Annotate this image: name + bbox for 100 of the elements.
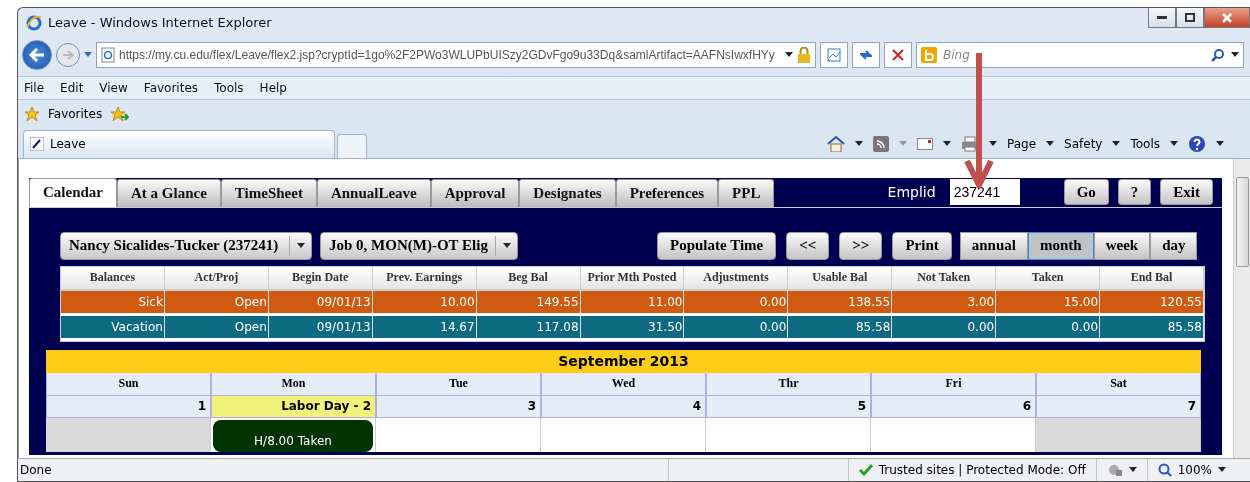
view-button[interactable]: week	[1093, 231, 1151, 260]
caret-icon	[296, 243, 305, 249]
column-header: Prev. Earnings	[372, 266, 477, 291]
new-tab-button[interactable]	[337, 133, 367, 158]
table-cell: 85.58	[1100, 315, 1204, 338]
header-button[interactable]: Go	[1063, 179, 1109, 206]
minimize-button[interactable]	[1148, 8, 1176, 28]
app-tab[interactable]: Preferences	[615, 178, 719, 207]
lock-icon	[797, 46, 811, 63]
caret-icon	[989, 141, 997, 147]
stop-icon	[892, 48, 904, 61]
action-button[interactable]: >>	[839, 231, 883, 260]
command-menu[interactable]: Tools	[1130, 136, 1160, 151]
app-tab[interactable]: TimeSheet	[220, 178, 317, 207]
action-button[interactable]: Populate Time	[657, 231, 777, 260]
job-select[interactable]: Job 0, MON(M)-OT Elig	[320, 231, 518, 260]
zoom-icon	[1157, 462, 1172, 477]
day-cell[interactable]	[1036, 417, 1201, 452]
search-field[interactable]: Bing	[916, 41, 1244, 68]
browser-tab[interactable]: Leave	[23, 129, 335, 158]
caret-icon	[855, 141, 863, 147]
compatibility-button[interactable]	[820, 41, 848, 68]
address-field[interactable]: https://my.cu.edu/flex/Leave/flex2.jsp?cryptId=1go%2F2PWo3WLUPbUISzy2GDvFgo9u33Dq&samlArtifact=AAFNsIwxfHYy	[96, 41, 816, 68]
header-button[interactable]: Exit	[1160, 179, 1213, 206]
date-cell: 7	[1036, 395, 1201, 418]
app-tab[interactable]: Approval	[430, 178, 520, 207]
caret-icon	[1112, 141, 1121, 147]
date-cell: 4	[541, 395, 706, 418]
home-icon[interactable]	[827, 135, 845, 152]
forward-button[interactable]	[56, 42, 80, 67]
search-icon[interactable]	[1211, 47, 1225, 62]
caret-icon	[785, 52, 793, 58]
command-menu[interactable]: Page	[1007, 136, 1037, 151]
emplid-field[interactable]: 237241	[949, 179, 1020, 206]
status-text: Done	[20, 462, 52, 477]
view-button[interactable]: annual	[959, 231, 1028, 260]
table-cell: 0.00	[684, 290, 789, 313]
column-header: Balances	[61, 266, 165, 291]
zoom-control[interactable]: 100%	[1146, 458, 1250, 481]
column-header: Adjustments	[684, 266, 789, 291]
view-button[interactable]: day	[1150, 231, 1198, 260]
command-menu[interactable]: Safety	[1064, 136, 1103, 151]
view-button[interactable]: month	[1027, 231, 1094, 260]
menu-item[interactable]: File	[24, 81, 45, 96]
employee-select[interactable]: Nancy Sicalides-Tucker (237241)	[60, 231, 312, 260]
maximize-button[interactable]	[1176, 8, 1204, 28]
caret-icon	[84, 52, 92, 58]
check-icon	[858, 463, 873, 476]
table-cell: 117.08	[476, 315, 581, 338]
close-icon	[1222, 12, 1232, 23]
close-button[interactable]	[1204, 8, 1250, 28]
scrollbar[interactable]	[1233, 158, 1250, 458]
refresh-button[interactable]	[852, 41, 880, 68]
app-tab[interactable]: At a Glance	[117, 178, 221, 207]
app-tab[interactable]: Designates	[519, 178, 616, 207]
column-header: Act/Proj	[164, 266, 269, 291]
mail-icon[interactable]	[917, 137, 933, 150]
action-button[interactable]: <<	[786, 231, 830, 260]
holiday-date: Labor Day - 2	[211, 395, 376, 418]
feed-icon[interactable]	[873, 135, 889, 152]
header-button[interactable]: ?	[1117, 179, 1152, 206]
table-cell: 3.00	[892, 290, 997, 313]
menu-item[interactable]: Tools	[214, 81, 244, 96]
column-header: Taken	[996, 266, 1101, 291]
date-cell: 1	[46, 395, 211, 418]
column-header: Not Taken	[892, 266, 997, 291]
weekday-header: Sat	[1036, 372, 1201, 396]
app-tab[interactable]: PPL	[718, 178, 775, 207]
caret-icon	[1128, 467, 1137, 473]
date-cell: 6	[871, 395, 1036, 418]
star-icon[interactable]	[24, 105, 40, 122]
add-favorite-icon[interactable]	[110, 105, 131, 122]
column-header: Begin Date	[268, 266, 373, 291]
minimize-icon	[1157, 15, 1167, 20]
menu-item[interactable]: Favorites	[143, 81, 199, 96]
menu-item[interactable]: Help	[259, 81, 287, 96]
action-button[interactable]: Print	[892, 231, 952, 260]
help-icon[interactable]	[1188, 134, 1206, 153]
weekday-header: Fri	[871, 372, 1036, 396]
menu-item[interactable]: Edit	[60, 81, 84, 96]
weekday-header: Mon	[211, 372, 376, 396]
printer-icon[interactable]	[961, 135, 979, 152]
app-tab[interactable]: AnnualLeave	[316, 178, 431, 207]
caret-icon	[899, 141, 907, 147]
refresh-icon	[859, 47, 873, 62]
back-button[interactable]	[22, 39, 52, 70]
table-cell: 31.50	[580, 315, 685, 338]
security-zone: Trusted sites | Protected Mode: Off	[847, 458, 1096, 481]
favorites-button[interactable]: Favorites	[48, 106, 103, 121]
stop-button[interactable]	[884, 41, 912, 68]
menu-item[interactable]: View	[99, 81, 128, 96]
security-icon[interactable]	[1106, 462, 1123, 477]
window-title: Leave - Windows Internet Explorer	[48, 15, 272, 31]
weekday-header: Tue	[376, 372, 541, 396]
caret-icon	[943, 141, 951, 147]
table-cell: 09/01/13	[268, 315, 373, 338]
day-cell[interactable]	[46, 417, 211, 452]
table-cell: 138.55	[788, 290, 893, 313]
app-tab[interactable]: Calendar	[29, 177, 117, 207]
table-cell: Vacation	[61, 315, 165, 338]
